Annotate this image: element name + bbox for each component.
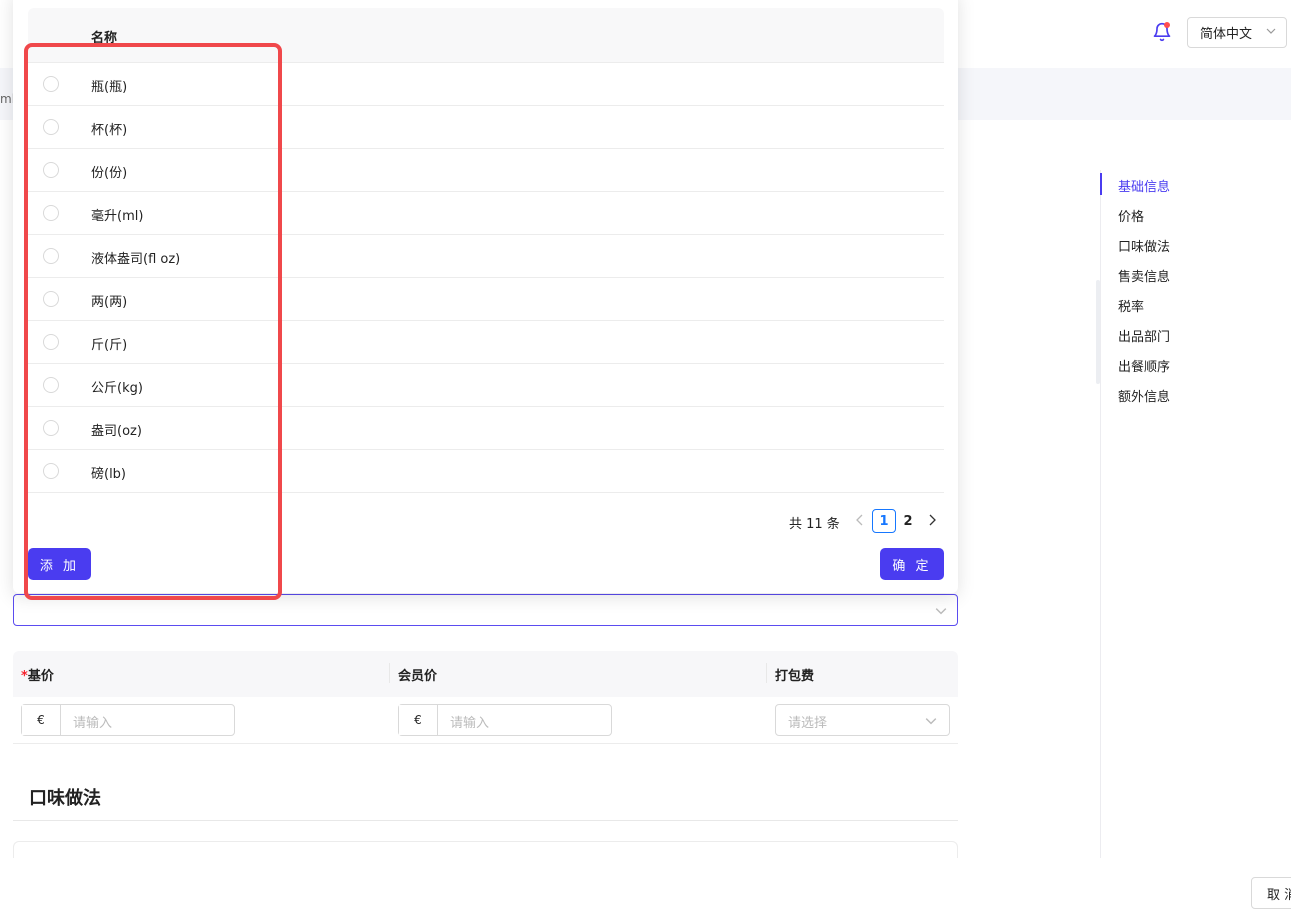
pagination-page-1[interactable]: 1 <box>872 509 896 533</box>
member-price-placeholder: 请输入 <box>450 716 490 731</box>
language-select-value: 简体中文 <box>1200 27 1253 42</box>
anchor-item-serving-order[interactable]: 出餐顺序 <box>1118 356 1170 375</box>
member-price-header: 会员价 <box>398 669 438 684</box>
anchor-item-tax-rate[interactable]: 税率 <box>1118 296 1144 315</box>
chevron-down-icon <box>1266 28 1276 34</box>
required-mark: * <box>21 669 28 684</box>
section-divider <box>13 820 958 821</box>
anchor-item-department[interactable]: 出品部门 <box>1118 326 1170 345</box>
currency-prefix: € <box>399 705 438 735</box>
anchor-item-price[interactable]: 价格 <box>1118 206 1144 225</box>
anchor-item-extra-info[interactable]: 额外信息 <box>1118 386 1170 405</box>
packing-fee-header: 打包费 <box>775 669 815 684</box>
anchor-item-flavor[interactable]: 口味做法 <box>1118 236 1170 255</box>
language-select[interactable]: 简体中文 <box>1187 17 1287 48</box>
anchor-active-indicator <box>1100 173 1102 195</box>
base-price-input[interactable]: € 请输入 <box>21 704 235 736</box>
pagination-page-2[interactable]: 2 <box>896 509 920 533</box>
base-price-placeholder: 请输入 <box>73 716 113 731</box>
anchor-item-basic-info[interactable]: 基础信息 <box>1118 176 1170 195</box>
cancel-button[interactable]: 取 消 <box>1251 877 1291 909</box>
chevron-right-icon[interactable] <box>925 512 939 528</box>
column-divider <box>389 663 390 683</box>
price-table-header <box>13 651 958 697</box>
column-divider <box>766 663 767 683</box>
notification-button[interactable] <box>1146 16 1178 48</box>
anchor-item-sales-info[interactable]: 售卖信息 <box>1118 266 1170 285</box>
notification-dot <box>1164 22 1170 28</box>
packing-fee-placeholder: 请选择 <box>788 716 828 731</box>
currency-prefix: € <box>22 705 61 735</box>
member-price-input[interactable]: € 请输入 <box>398 704 612 736</box>
base-price-header: *基价 <box>21 665 54 684</box>
section-title-flavor: 口味做法 <box>29 788 101 809</box>
packing-fee-select[interactable]: 请选择 <box>775 704 950 736</box>
chevron-down-icon <box>935 608 947 615</box>
page-footer <box>0 858 1291 902</box>
annotation-highlight-box <box>24 43 282 600</box>
confirm-button[interactable]: 确 定 <box>880 548 944 580</box>
pagination-total: 共 11 条 <box>789 517 840 532</box>
chevron-down-icon <box>925 718 937 725</box>
chevron-left-icon[interactable] <box>853 512 867 528</box>
base-price-label: 基价 <box>27 669 54 684</box>
